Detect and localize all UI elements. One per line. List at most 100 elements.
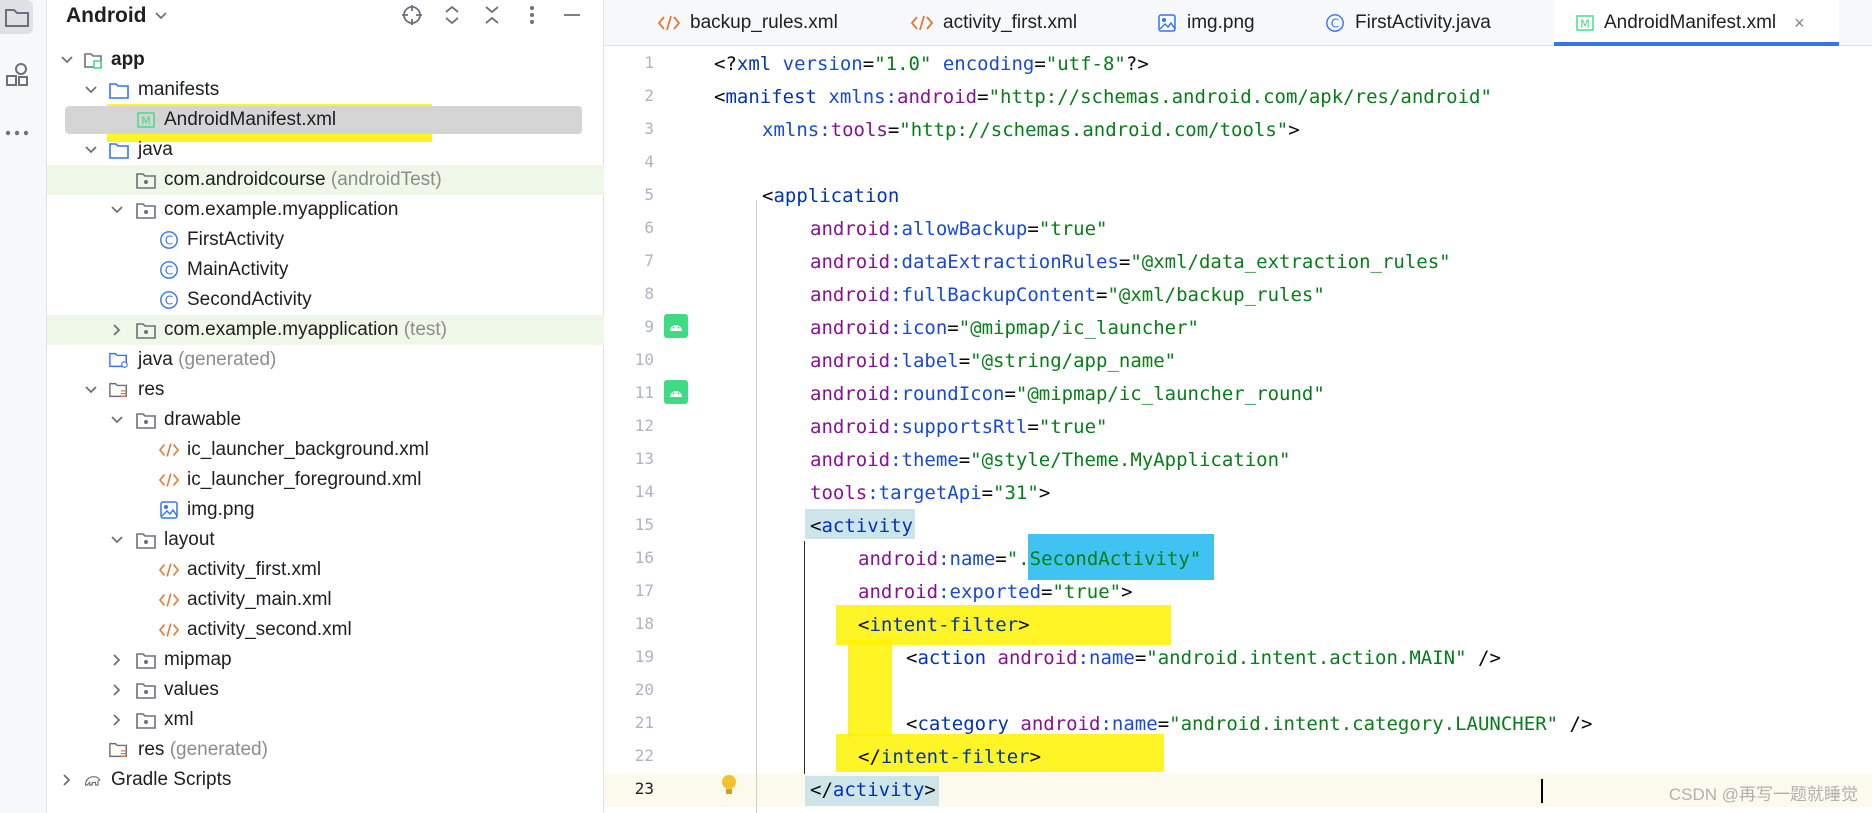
tree-item-class[interactable]: C FirstActivity — [47, 225, 604, 255]
tree-item-image-file[interactable]: img.png — [47, 495, 604, 525]
minimize-icon — [564, 14, 580, 16]
expand-all-button[interactable] — [440, 3, 464, 27]
tree-item-label: com.example.myapplication — [164, 319, 399, 340]
locate-button[interactable] — [400, 3, 424, 27]
tree-item-xml-file[interactable]: activity_second.xml — [47, 615, 604, 645]
tree-item-app[interactable]: app — [47, 45, 604, 75]
collapse-all-button[interactable] — [480, 3, 504, 27]
tree-item-layout[interactable]: layout — [47, 525, 604, 555]
tree-item-res[interactable]: res — [47, 375, 604, 405]
code-line-5: <application — [762, 185, 900, 207]
svg-text:M: M — [141, 115, 151, 128]
tree-item-manifests[interactable]: manifests — [47, 75, 604, 105]
java-class-icon: C — [159, 260, 179, 280]
project-view-title: Android — [66, 4, 147, 27]
tree-item-xml-file[interactable]: ic_launcher_foreground.xml — [47, 465, 604, 495]
chevron-down-icon[interactable] — [83, 382, 99, 398]
tree-item-xml-file[interactable]: activity_first.xml — [47, 555, 604, 585]
module-folder-icon — [83, 50, 103, 70]
tree-item-package[interactable]: com.example.myapplication (test) — [47, 315, 604, 345]
line-number: 21 — [634, 713, 654, 732]
chevron-down-icon — [155, 12, 168, 20]
package-icon — [136, 530, 156, 550]
tab-img-png[interactable]: img.png — [1157, 0, 1255, 46]
tree-item-drawable[interactable]: drawable — [47, 405, 604, 435]
tree-item-java-generated[interactable]: java (generated) — [47, 345, 604, 375]
java-class-icon: C — [159, 290, 179, 310]
chevron-right-icon[interactable] — [109, 322, 125, 338]
android-icon[interactable] — [664, 380, 688, 404]
package-icon — [136, 320, 156, 340]
editor-gutter: 1 2 3 4 5 6 7 8 9 10 11 12 13 14 15 16 17 18 19 20 21 22 23 — [604, 46, 736, 813]
image-file-icon — [159, 500, 179, 520]
tab-label: AndroidManifest.xml — [1604, 12, 1777, 33]
chevron-right-icon[interactable] — [109, 712, 125, 728]
indent-guide — [804, 541, 805, 774]
package-icon — [136, 200, 156, 220]
tab-activity-first[interactable]: activity_first.xml — [911, 0, 1077, 46]
tree-item-xml[interactable]: xml — [47, 705, 604, 735]
more-tools-button[interactable] — [0, 116, 33, 150]
svg-text:M: M — [1580, 18, 1590, 31]
tree-item-class[interactable]: C MainActivity — [47, 255, 604, 285]
tab-firstactivity-java[interactable]: C FirstActivity.java — [1325, 0, 1491, 46]
editor-tab-bar: backup_rules.xml activity_first.xml img.… — [604, 0, 1872, 46]
tree-item-label: MainActivity — [187, 259, 289, 280]
android-icon[interactable] — [664, 314, 688, 338]
tab-androidmanifest[interactable]: M AndroidManifest.xml × — [1554, 0, 1839, 46]
folder-icon — [109, 140, 129, 160]
tree-item-label: SecondActivity — [187, 289, 312, 310]
code-line-9: android:icon="@mipmap/ic_launcher" — [810, 317, 1199, 339]
tree-item-gradle-scripts[interactable]: Gradle Scripts — [47, 765, 604, 795]
tree-item-mipmap[interactable]: mipmap — [47, 645, 604, 675]
chevron-down-icon[interactable] — [83, 142, 99, 158]
tree-item-java[interactable]: java — [47, 135, 604, 165]
chevron-right-icon[interactable] — [109, 682, 125, 698]
code-line-22: </intent-filter> — [858, 746, 1042, 768]
tree-item-package[interactable]: com.example.myapplication — [47, 195, 604, 225]
tab-backup-rules[interactable]: backup_rules.xml — [658, 0, 838, 46]
line-number: 16 — [634, 548, 654, 567]
chevron-down-icon[interactable] — [109, 532, 125, 548]
folder-icon — [109, 80, 129, 100]
chevron-down-icon[interactable] — [109, 202, 125, 218]
code-line-11: android:roundIcon="@mipmap/ic_launcher_r… — [810, 383, 1325, 405]
tree-item-label: activity_main.xml — [187, 589, 332, 610]
tree-item-class[interactable]: C SecondActivity — [47, 285, 604, 315]
chevron-down-icon[interactable] — [59, 52, 75, 68]
generated-folder-icon — [109, 350, 129, 370]
collapse-icon — [485, 6, 499, 24]
resource-folder-icon — [109, 380, 129, 400]
tree-item-label: activity_second.xml — [187, 619, 352, 640]
close-icon[interactable]: × — [1794, 13, 1805, 34]
chevron-right-icon[interactable] — [59, 772, 75, 788]
structure-tool-button[interactable] — [0, 58, 33, 92]
svg-text:C: C — [1331, 17, 1339, 31]
project-view-selector[interactable]: Android — [66, 4, 168, 28]
chevron-right-icon[interactable] — [109, 652, 125, 668]
code-line-7: android:dataExtractionRules="@xml/data_e… — [810, 251, 1451, 273]
project-tree: app manifests M AndroidManifest.xml java… — [47, 45, 604, 795]
tree-item-xml-file[interactable]: ic_launcher_background.xml — [47, 435, 604, 465]
tree-item-res-generated[interactable]: res (generated) — [47, 735, 604, 765]
tree-item-suffix: (androidTest) — [330, 169, 442, 190]
chevron-down-icon[interactable] — [83, 82, 99, 98]
hide-panel-button[interactable] — [560, 3, 584, 27]
tree-item-suffix: (generated) — [169, 739, 268, 760]
code-line-18: <intent-filter> — [858, 614, 1030, 636]
tab-label: FirstActivity.java — [1355, 12, 1491, 33]
tree-item-xml-file[interactable]: activity_main.xml — [47, 585, 604, 615]
line-number: 18 — [634, 614, 654, 633]
options-button[interactable] — [520, 3, 544, 27]
chevron-down-icon[interactable] — [109, 412, 125, 428]
tree-item-label: FirstActivity — [187, 229, 285, 250]
tree-item-label: app — [111, 49, 145, 70]
java-class-icon: C — [1326, 14, 1344, 32]
project-tool-button[interactable] — [0, 0, 33, 34]
tree-item-package[interactable]: com.androidcourse (androidTest) — [47, 165, 604, 195]
package-icon — [136, 170, 156, 190]
lightbulb-icon[interactable] — [720, 774, 738, 803]
tree-item-values[interactable]: values — [47, 675, 604, 705]
tree-item-androidmanifest[interactable]: M AndroidManifest.xml — [47, 105, 604, 135]
line-number: 17 — [634, 581, 654, 600]
